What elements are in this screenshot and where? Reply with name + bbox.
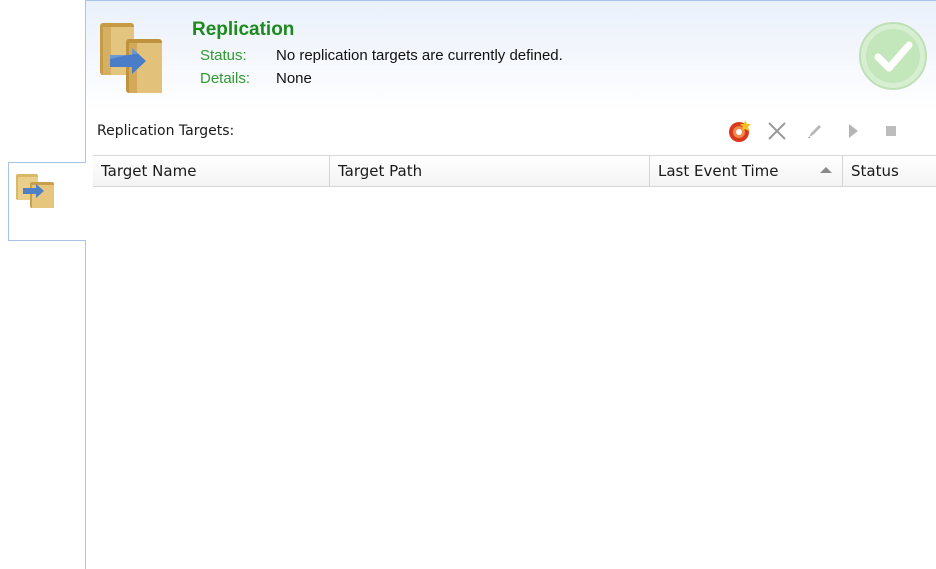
column-header-last-event-time[interactable]: Last Event Time — [650, 156, 843, 186]
replication-targets-label: Replication Targets: — [97, 123, 235, 139]
stop-button[interactable] — [876, 117, 906, 145]
stop-icon — [886, 126, 896, 136]
column-header-target-name[interactable]: Target Name — [93, 156, 330, 186]
add-target-button[interactable] — [724, 117, 754, 145]
pencil-icon — [808, 125, 821, 138]
column-header-label: Last Event Time — [658, 162, 779, 180]
start-button[interactable] — [838, 117, 868, 145]
targets-toolbar — [724, 117, 914, 145]
add-target-icon — [729, 120, 751, 142]
delete-target-button[interactable] — [762, 117, 792, 145]
sort-ascending-icon — [820, 167, 832, 173]
details-label: Details: — [200, 70, 251, 87]
status-value: No replication targets are currently def… — [276, 47, 563, 64]
side-tab-strip — [0, 0, 86, 569]
replication-window: Replication Status: No replication target… — [0, 0, 936, 569]
play-icon — [849, 124, 858, 138]
status-row: Status: No replication targets are curren… — [200, 47, 563, 65]
edit-target-button[interactable] — [800, 117, 830, 145]
details-row: Details: None — [200, 70, 312, 88]
status-label: Status: — [200, 47, 247, 64]
check-icon — [858, 21, 928, 91]
close-icon — [768, 122, 786, 140]
main-panel: Replication Status: No replication target… — [86, 0, 936, 569]
column-header-target-path[interactable]: Target Path — [330, 156, 650, 186]
column-header-status[interactable]: Status — [843, 156, 936, 186]
side-tab-replication[interactable] — [14, 168, 58, 212]
page-title: Replication — [192, 19, 295, 40]
replication-folders-icon — [98, 19, 164, 95]
header: Replication Status: No replication target… — [86, 1, 936, 111]
replication-folders-icon — [16, 174, 54, 208]
targets-grid-header: Target Name Target Path Last Event Time … — [93, 155, 936, 187]
details-value: None — [276, 70, 312, 87]
targets-grid-body[interactable] — [93, 187, 936, 569]
